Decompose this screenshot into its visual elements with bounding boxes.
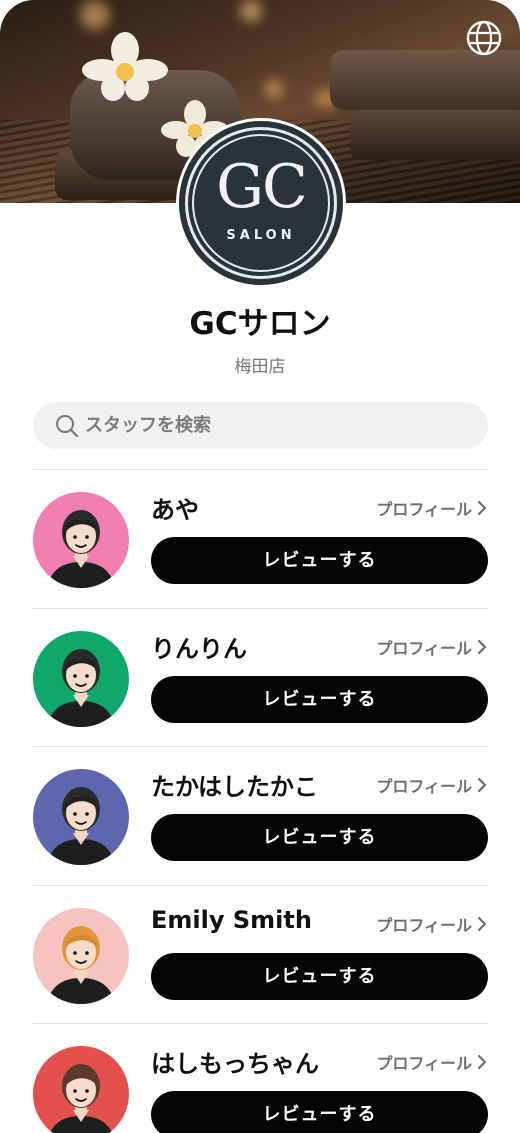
profile-link[interactable]: プロフィール: [376, 496, 488, 520]
hero-stone: [350, 110, 520, 160]
salon-logo: GC SALON: [176, 118, 346, 288]
staff-name: りんりん: [151, 634, 247, 663]
staff-avatar[interactable]: [33, 1046, 129, 1133]
profile-link[interactable]: プロフィール: [376, 912, 488, 936]
review-button[interactable]: レビューする: [151, 814, 488, 861]
review-button[interactable]: レビューする: [151, 675, 488, 723]
staff-avatar[interactable]: [33, 492, 129, 588]
staff-list: あや プロフィール レビューする りんりん プロフィール レビューする たかはし…: [33, 469, 488, 1133]
staff-avatar-illustration: [33, 1046, 129, 1133]
review-button[interactable]: レビューする: [151, 1091, 488, 1133]
staff-list-item: Emily Smith プロフィール レビューする: [33, 884, 488, 1024]
hero-stone: [330, 50, 520, 110]
hero-candle-light: [240, 0, 262, 22]
staff-avatar-illustration: [33, 630, 129, 727]
app-screen: GC SALON GCサロン 梅田店 あや: [0, 0, 520, 1133]
search-icon: [56, 415, 79, 438]
staff-name: たかはしたかこ: [151, 773, 319, 801]
staff-list-item: あや プロフィール レビューする: [33, 469, 488, 608]
logo-monogram: GC: [216, 152, 308, 222]
staff-avatar[interactable]: [33, 907, 129, 1004]
branch-name: 梅田店: [234, 357, 286, 377]
globe-icon[interactable]: [466, 20, 502, 56]
staff-list-item: はしもっちゃん プロフィール レビューする: [33, 1023, 488, 1133]
staff-search-input[interactable]: [85, 402, 465, 449]
staff-name: Emily Smith: [151, 905, 312, 934]
hero-candle-light: [265, 80, 283, 98]
logo-subtitle: SALON: [226, 228, 296, 243]
staff-list-item: たかはしたかこ プロフィール レビューする: [33, 746, 488, 885]
profile-link[interactable]: プロフィール: [376, 773, 488, 797]
profile-link[interactable]: プロフィール: [376, 1050, 488, 1074]
chevron-right-icon: [477, 639, 487, 654]
profile-link-label: プロフィール: [376, 500, 472, 519]
staff-name: はしもっちゃん: [151, 1050, 319, 1078]
profile-link[interactable]: プロフィール: [376, 635, 488, 659]
review-button[interactable]: レビューする: [151, 537, 488, 584]
staff-list-item: りんりん プロフィール レビューする: [33, 607, 488, 747]
chevron-right-icon: [477, 1054, 487, 1070]
chevron-right-icon: [477, 777, 487, 793]
staff-avatar[interactable]: [33, 630, 129, 727]
hero-candle-light: [80, 0, 110, 30]
chevron-right-icon: [477, 500, 487, 516]
staff-avatar-illustration: [33, 769, 129, 865]
staff-search-bar[interactable]: [33, 402, 488, 449]
staff-avatar-illustration: [33, 492, 129, 588]
salon-logo-badge: GC SALON: [179, 121, 343, 285]
review-button[interactable]: レビューする: [151, 952, 488, 1000]
chevron-right-icon: [477, 916, 487, 931]
staff-name: あや: [151, 496, 199, 524]
profile-link-label: プロフィール: [376, 915, 472, 935]
hero-flower: [82, 32, 168, 101]
profile-link-label: プロフィール: [376, 1054, 472, 1073]
profile-link-label: プロフィール: [376, 638, 472, 658]
staff-avatar-illustration: [33, 907, 129, 1004]
profile-link-label: プロフィール: [376, 777, 472, 796]
staff-avatar[interactable]: [33, 769, 129, 865]
shop-name: GCサロン: [189, 306, 331, 342]
